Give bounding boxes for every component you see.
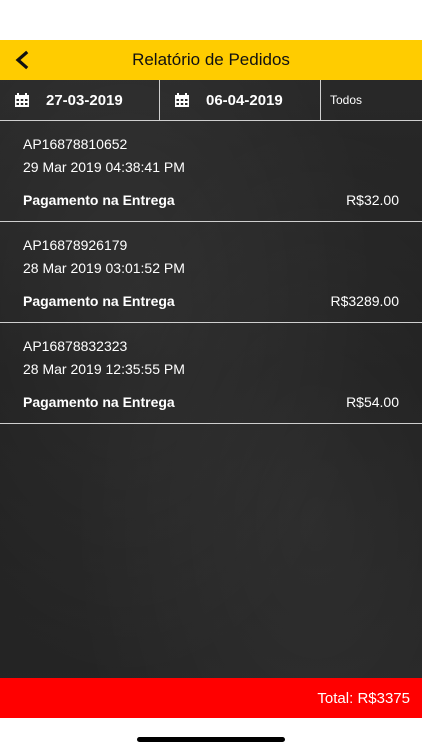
order-total: R$54.00 bbox=[346, 394, 399, 410]
order-payment-method: Pagamento na Entrega bbox=[23, 293, 175, 309]
calendar-icon bbox=[14, 92, 30, 108]
order-payment-method: Pagamento na Entrega bbox=[23, 192, 175, 208]
order-list-item[interactable]: AP16878810652 29 Mar 2019 04:38:41 PM Pa… bbox=[0, 121, 422, 222]
start-date-filter[interactable]: 27-03-2019 bbox=[0, 80, 160, 120]
order-list: AP16878810652 29 Mar 2019 04:38:41 PM Pa… bbox=[0, 121, 422, 424]
filter-bar: 27-03-2019 06-04-2019 Todos bbox=[0, 80, 422, 121]
total-footer: Total: R$3375 bbox=[0, 678, 422, 718]
order-code: AP16878810652 bbox=[23, 136, 128, 152]
home-area bbox=[0, 718, 422, 750]
calendar-icon bbox=[174, 92, 190, 108]
order-code: AP16878926179 bbox=[23, 237, 128, 253]
header-bar: Relatório de Pedidos bbox=[0, 40, 422, 80]
order-list-item[interactable]: AP16878926179 28 Mar 2019 03:01:52 PM Pa… bbox=[0, 222, 422, 323]
order-date: 28 Mar 2019 03:01:52 PM bbox=[23, 260, 185, 276]
order-payment-method: Pagamento na Entrega bbox=[23, 394, 175, 410]
page-title: Relatório de Pedidos bbox=[132, 50, 290, 69]
total-label: Total: R$3375 bbox=[317, 689, 410, 707]
back-button[interactable] bbox=[8, 46, 36, 74]
order-total: R$32.00 bbox=[346, 192, 399, 208]
home-indicator[interactable] bbox=[137, 737, 285, 742]
app-screen: Relatório de Pedidos 27-03-2019 06-04-20… bbox=[0, 0, 422, 750]
order-date: 28 Mar 2019 12:35:55 PM bbox=[23, 361, 185, 377]
order-list-item[interactable]: AP16878832323 28 Mar 2019 12:35:55 PM Pa… bbox=[0, 323, 422, 424]
order-date: 29 Mar 2019 04:38:41 PM bbox=[23, 159, 185, 175]
order-total: R$3289.00 bbox=[330, 293, 399, 309]
start-date-value: 27-03-2019 bbox=[46, 91, 123, 109]
status-filter-label: Todos bbox=[330, 93, 363, 107]
status-bar bbox=[0, 0, 422, 40]
status-filter[interactable]: Todos bbox=[321, 80, 422, 120]
order-code: AP16878832323 bbox=[23, 338, 128, 354]
end-date-filter[interactable]: 06-04-2019 bbox=[160, 80, 321, 120]
end-date-value: 06-04-2019 bbox=[206, 91, 283, 109]
chevron-left-icon bbox=[15, 50, 29, 70]
